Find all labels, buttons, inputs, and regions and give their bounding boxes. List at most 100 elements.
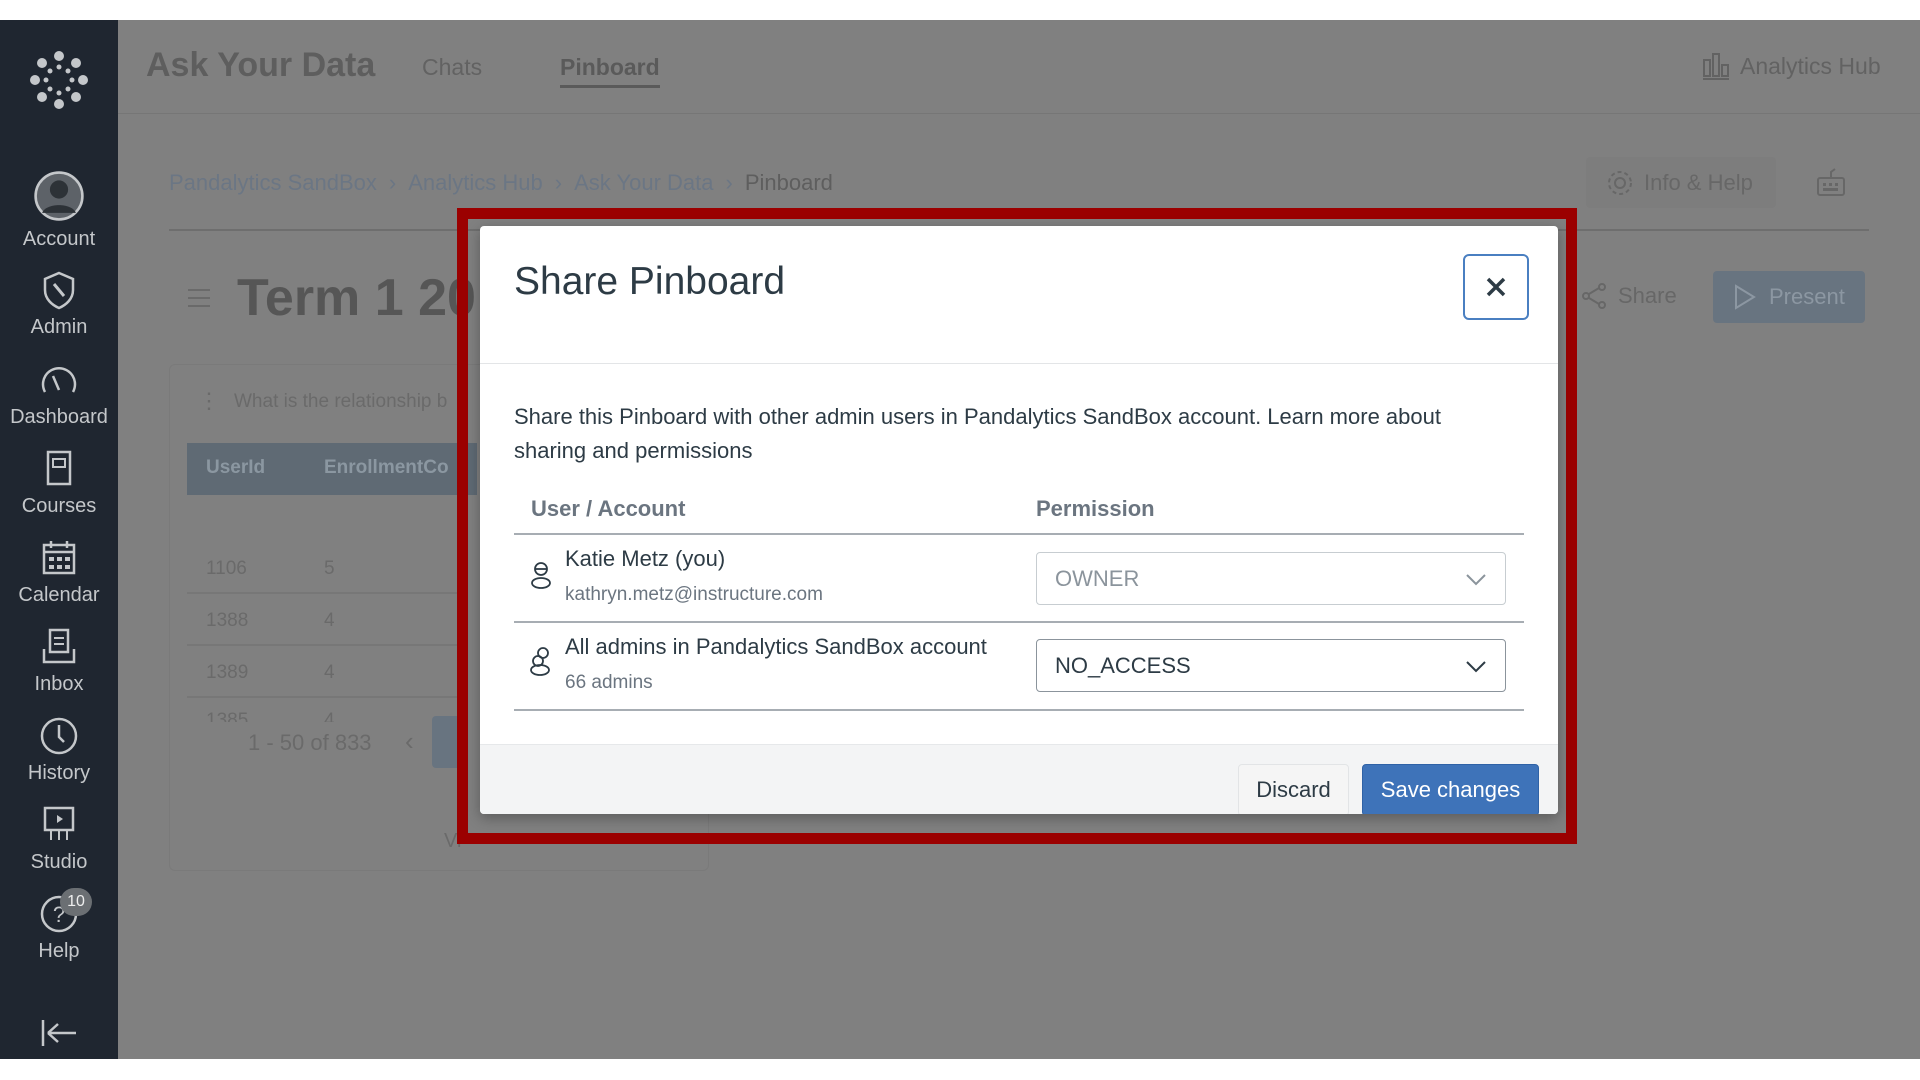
permission-value: OWNER (1055, 565, 1140, 591)
sidebar-item-label: Calendar (18, 584, 100, 606)
sidebar-item-label: Dashboard (10, 406, 108, 428)
column-header[interactable]: EnrollmentCo (324, 457, 449, 479)
question-text: What is the relationship b (234, 391, 448, 412)
present-button[interactable]: Present (1713, 271, 1865, 323)
present-label: Present (1769, 284, 1845, 309)
play-icon (1735, 284, 1756, 310)
permission-value: NO_ACCESS (1055, 652, 1191, 678)
user-icon (531, 562, 551, 589)
breadcrumb-link[interactable]: Pandalytics SandBox (169, 170, 377, 196)
sidebar-item-label: Courses (21, 495, 97, 517)
share-icon (1582, 283, 1606, 309)
share-label: Share (1618, 283, 1677, 308)
bar-chart-icon (1703, 53, 1729, 80)
sidebar-item-history[interactable]: History (0, 716, 118, 805)
breadcrumb-link[interactable]: Analytics Hub (408, 170, 543, 196)
dialog-title: Share Pinboard (514, 260, 786, 303)
help-badge: 10 (60, 888, 92, 916)
chevron-down-icon (1466, 661, 1486, 673)
group-icon (530, 647, 550, 676)
sidebar-item-label: History (27, 762, 91, 784)
share-row-count: 66 admins (565, 672, 653, 693)
info-help-label: Info & Help (1644, 169, 1753, 195)
analytics-hub-link[interactable]: Analytics Hub (1702, 52, 1881, 80)
app-header (118, 20, 1920, 114)
divider (514, 621, 1524, 623)
hamburger-menu-button[interactable] (176, 275, 222, 321)
sidebar-item-label: Inbox (34, 673, 84, 695)
sidebar-item-label: Studio (30, 851, 88, 873)
inbox-icon (42, 628, 76, 664)
breadcrumb-link[interactable]: Ask Your Data (574, 170, 713, 196)
table-row: 1388 4 (187, 594, 457, 646)
sidebar-item-inbox[interactable]: Inbox (0, 627, 118, 716)
tab-pinboard[interactable]: Pinboard (560, 54, 660, 88)
sidebar-item-admin[interactable]: Admin (0, 270, 118, 359)
share-pinboard-dialog: Share Pinboard Share this Pinboard with … (480, 226, 1558, 814)
shield-icon (43, 271, 75, 310)
share-row-name: All admins in Pandalytics SandBox accoun… (565, 634, 987, 659)
table-cell: 1106 (206, 558, 247, 579)
dialog-footer: Discard Save changes (480, 744, 1558, 814)
table-cell: 4 (324, 610, 335, 631)
table-row: 1389 4 (187, 646, 457, 698)
calendar-icon (42, 541, 76, 575)
drag-handle-icon[interactable]: ⋮ (198, 388, 223, 414)
tab-chats[interactable]: Chats (422, 54, 482, 81)
chevron-right-icon: › (725, 170, 733, 195)
gear-icon (1608, 170, 1632, 195)
share-button[interactable]: Share (1580, 282, 1677, 310)
divider (514, 709, 1524, 711)
chevron-right-icon: › (554, 170, 563, 195)
table-row: 1385 4 (187, 698, 457, 722)
book-icon (46, 450, 72, 486)
table-cell: 5 (324, 558, 335, 579)
prev-page-icon[interactable]: ‹ (405, 726, 414, 757)
discard-button[interactable]: Discard (1238, 764, 1349, 814)
sidebar-item-label: Admin (30, 316, 88, 338)
sidebar-item-studio[interactable]: Studio (0, 805, 118, 894)
clock-icon (40, 717, 78, 755)
column-header[interactable]: UserId (206, 457, 265, 479)
table-cell: 4 (324, 662, 335, 683)
table-cell: 1385 (206, 710, 249, 722)
column-header-user: User / Account (531, 496, 686, 521)
sidebar-item-label: Account (22, 228, 96, 250)
table-cell: 1388 (206, 610, 249, 631)
pagination-text: 1 - 50 of 833 (248, 730, 372, 755)
sidebar-item-courses[interactable]: Courses (0, 449, 118, 538)
divider (480, 363, 1558, 364)
keyboard-icon[interactable] (1816, 168, 1846, 198)
column-header-permission: Permission (1036, 496, 1155, 521)
info-help-button[interactable]: Info & Help (1586, 157, 1776, 208)
analytics-hub-label: Analytics Hub (1740, 52, 1881, 79)
table-cell: 4 (324, 710, 335, 722)
table-cell: 1389 (206, 662, 249, 683)
save-changes-button[interactable]: Save changes (1362, 764, 1539, 814)
user-avatar-icon (34, 171, 84, 221)
sidebar-item-label: Help (38, 940, 80, 962)
pinboard-title: Term 1 20 (237, 269, 476, 327)
close-button[interactable] (1463, 254, 1529, 320)
permission-select-admins[interactable]: NO_ACCESS (1036, 639, 1506, 692)
global-nav: Account Admin Dashboard Courses Calendar… (0, 20, 118, 1059)
divider (514, 533, 1524, 535)
canvas-logo-icon[interactable] (29, 50, 89, 110)
studio-icon (43, 806, 75, 840)
sidebar-item-account[interactable]: Account (0, 170, 118, 259)
close-icon (1486, 277, 1506, 297)
dialog-description: Share this Pinboard with other admin use… (514, 404, 1441, 463)
table-row: 1106 5 (187, 542, 457, 594)
collapse-nav-icon[interactable] (40, 1018, 78, 1048)
sidebar-item-dashboard[interactable]: Dashboard (0, 360, 118, 449)
breadcrumb-current: Pinboard (744, 170, 833, 195)
breadcrumb: Pandalytics SandBox › Analytics Hub › Ask … (169, 170, 833, 196)
chevron-down-icon (1466, 574, 1486, 586)
app-title: Ask Your Data (146, 46, 376, 84)
share-row-email: kathryn.metz@instructure.com (565, 584, 823, 605)
permission-select-owner: OWNER (1036, 552, 1506, 605)
sidebar-item-help[interactable]: ? Help 10 (0, 888, 118, 983)
share-row-name: Katie Metz (you) (565, 546, 726, 571)
sidebar-item-calendar[interactable]: Calendar (0, 538, 118, 627)
speedometer-icon (41, 367, 77, 393)
